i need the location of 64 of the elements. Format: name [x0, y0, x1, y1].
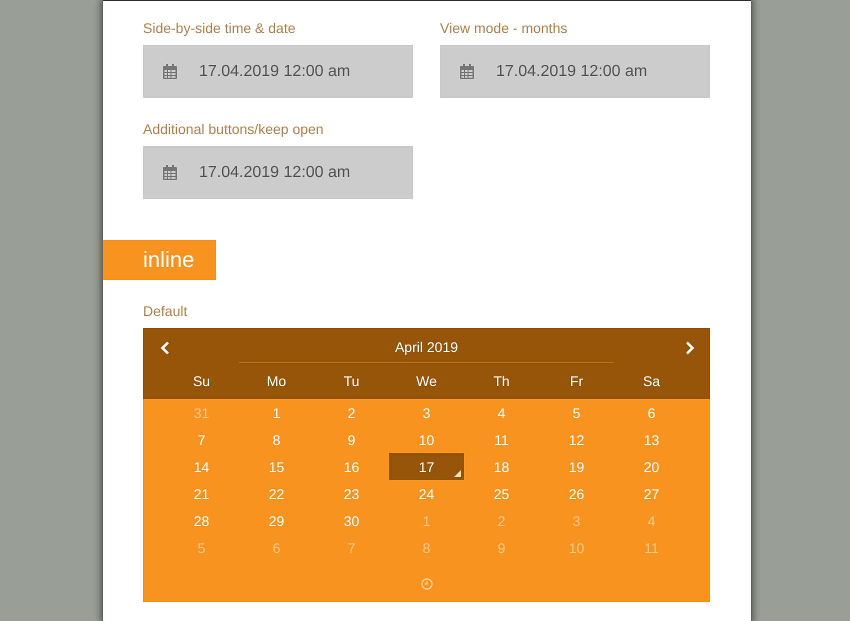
weekday-label: Fr — [568, 372, 584, 391]
calendar-day[interactable]: 15 — [239, 453, 314, 480]
calendar-day[interactable]: 31 — [164, 399, 239, 426]
calendar-day[interactable]: 16 — [314, 453, 389, 480]
field-label: View mode - months — [440, 20, 568, 37]
calendar-day[interactable]: 11 — [464, 426, 539, 453]
weekday-label: We — [415, 372, 438, 391]
calendar-day[interactable]: 27 — [614, 480, 689, 507]
chevron-right-icon — [685, 341, 695, 355]
calendar-day[interactable]: 3 — [389, 399, 464, 426]
calendar-day[interactable]: 10 — [539, 534, 614, 561]
field-label: Additional buttons/keep open — [143, 121, 324, 138]
weekday-label: Mo — [266, 372, 288, 391]
clock-icon — [420, 578, 432, 590]
chevron-left-icon — [160, 341, 170, 355]
calendar-day[interactable]: 5 — [539, 399, 614, 426]
calendar-day[interactable]: 18 — [464, 453, 539, 480]
calendar-day[interactable]: 12 — [539, 426, 614, 453]
section-banner: inline — [103, 240, 216, 280]
date-input-field[interactable]: 17.04.2019 12:00 am — [143, 45, 413, 98]
calendar-day[interactable]: 9 — [314, 426, 389, 453]
calendar-icon — [163, 64, 177, 79]
calendar-day[interactable]: 7 — [314, 534, 389, 561]
weekday-label: Th — [492, 372, 511, 391]
picker-label: Default — [143, 303, 188, 320]
calendar-day[interactable]: 11 — [614, 534, 689, 561]
calendar-day[interactable]: 13 — [614, 426, 689, 453]
calendar-icon — [163, 165, 177, 180]
calendar-day[interactable]: 22 — [239, 480, 314, 507]
calendar-day[interactable]: 10 — [389, 426, 464, 453]
calendar-day[interactable]: 21 — [164, 480, 239, 507]
calendar-day[interactable]: 20 — [614, 453, 689, 480]
calendar-day[interactable]: 4 — [614, 507, 689, 534]
calendar-day[interactable]: 28 — [164, 507, 239, 534]
calendar-day[interactable]: 6 — [239, 534, 314, 561]
calendar-day[interactable]: 24 — [389, 480, 464, 507]
weekday-label: Sa — [642, 372, 662, 391]
calendar-day[interactable]: 1 — [239, 399, 314, 426]
calendar-day[interactable]: 9 — [464, 534, 539, 561]
calendar-day[interactable]: 7 — [164, 426, 239, 453]
calendar-day[interactable]: 5 — [164, 534, 239, 561]
calendar-day[interactable]: 1 — [389, 507, 464, 534]
calendar-day[interactable]: 19 — [539, 453, 614, 480]
calendar-day[interactable]: 3 — [539, 507, 614, 534]
calendar-day[interactable]: 17 — [389, 453, 464, 480]
calendar-day[interactable]: 14 — [164, 453, 239, 480]
weekday-label: Su — [192, 372, 212, 391]
calendar-day[interactable]: 4 — [464, 399, 539, 426]
date-input-field[interactable]: 17.04.2019 12:00 am — [440, 45, 710, 98]
calendar-day[interactable]: 23 — [314, 480, 389, 507]
calendar-day[interactable]: 6 — [614, 399, 689, 426]
calendar-day[interactable]: 26 — [539, 480, 614, 507]
calendar-icon — [460, 64, 474, 79]
calendar-day[interactable]: 30 — [314, 507, 389, 534]
calendar-day[interactable]: 25 — [464, 480, 539, 507]
calendar-day[interactable]: 8 — [389, 534, 464, 561]
field-label: Side-by-side time & date — [143, 20, 296, 37]
calendar-day[interactable]: 2 — [464, 507, 539, 534]
calendar-day[interactable]: 8 — [239, 426, 314, 453]
month-title[interactable]: April 2019 — [239, 334, 614, 363]
weekday-label: Tu — [342, 372, 360, 391]
date-input-field[interactable]: 17.04.2019 12:00 am — [143, 146, 413, 199]
calendar-day[interactable]: 29 — [239, 507, 314, 534]
calendar-day[interactable]: 2 — [314, 399, 389, 426]
